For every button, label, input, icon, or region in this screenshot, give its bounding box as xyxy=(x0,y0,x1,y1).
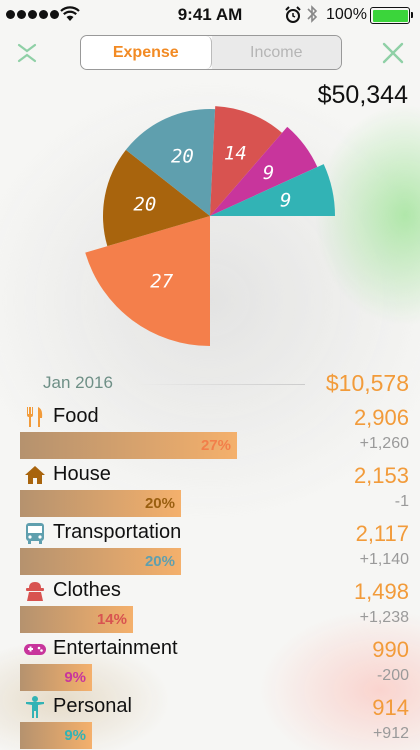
category-row-food[interactable]: Food 2,906 27% +1,260 xyxy=(0,403,420,461)
category-percent-bar: 9% xyxy=(20,664,92,691)
category-percent: 9% xyxy=(64,669,86,686)
month-total: $10,578 xyxy=(325,370,409,396)
pie-label-transportation: 20 xyxy=(171,146,194,168)
category-name: Food xyxy=(53,405,99,427)
pie-label-clothes: 14 xyxy=(224,143,247,165)
battery-icon xyxy=(370,7,413,24)
category-change: +1,260 xyxy=(359,435,409,452)
tab-income[interactable]: Income xyxy=(211,36,341,69)
category-change: -1 xyxy=(394,493,409,510)
category-name: Clothes xyxy=(53,579,121,601)
category-row-entertainment[interactable]: Entertainment 990 9% -200 xyxy=(0,635,420,693)
category-amount: 2,153 xyxy=(353,463,409,488)
clothes-icon xyxy=(26,582,44,601)
house-icon xyxy=(25,466,45,484)
category-percent-bar: 20% xyxy=(20,548,181,575)
status-bar: 9:41 AM 100% xyxy=(0,0,420,30)
category-name: Entertainment xyxy=(53,637,178,659)
category-change: +1,238 xyxy=(359,609,409,626)
fork-knife-icon xyxy=(27,407,43,427)
category-percent: 20% xyxy=(144,553,175,570)
category-amount: 990 xyxy=(372,637,409,662)
pie-label-personal: 9 xyxy=(280,190,291,212)
category-percent-bar: 9% xyxy=(20,722,92,749)
person-icon xyxy=(26,696,44,718)
category-name: Personal xyxy=(53,695,132,717)
month-label[interactable]: Jan 2016 xyxy=(43,373,113,393)
category-row-transportation[interactable]: Transportation 2,117 20% +1,140 xyxy=(0,519,420,577)
battery-percentage: 100% xyxy=(326,6,367,23)
category-name: Transportation xyxy=(53,521,182,543)
alarm-icon xyxy=(285,6,301,23)
category-amount: 1,498 xyxy=(353,579,409,604)
category-percent-bar: 14% xyxy=(20,606,133,633)
month-summary: Jan 2016 $10,578 xyxy=(0,370,420,398)
category-row-personal[interactable]: Personal 914 9% +912 xyxy=(0,693,420,750)
category-change: +912 xyxy=(372,725,409,742)
expense-income-toggle[interactable]: Expense Income xyxy=(80,35,342,70)
divider xyxy=(135,384,305,385)
category-change: -200 xyxy=(376,667,409,684)
category-row-clothes[interactable]: Clothes 1,498 14% +1,238 xyxy=(0,577,420,635)
category-percent-bar: 20% xyxy=(20,490,181,517)
category-percent: 14% xyxy=(96,611,127,628)
pie-label-entertainment: 9 xyxy=(263,162,274,184)
tab-expense[interactable]: Expense xyxy=(81,36,212,69)
gamepad-icon xyxy=(24,644,46,655)
pie-label-food: 27 xyxy=(150,271,173,293)
pie-slice-food[interactable] xyxy=(85,216,210,346)
category-name: House xyxy=(53,463,111,485)
category-row-house[interactable]: House 2,153 20% -1 xyxy=(0,461,420,519)
category-amount: 914 xyxy=(372,695,409,720)
bus-icon xyxy=(26,523,44,544)
category-percent: 9% xyxy=(64,727,86,744)
bluetooth-icon xyxy=(307,5,318,23)
pie-label-house: 20 xyxy=(133,193,156,215)
close-icon[interactable] xyxy=(380,40,406,66)
category-change: +1,140 xyxy=(359,551,409,568)
collapse-icon[interactable] xyxy=(14,40,40,66)
category-percent: 20% xyxy=(144,495,175,512)
category-percent: 27% xyxy=(200,437,231,454)
category-amount: 2,906 xyxy=(353,405,409,430)
category-percent-bar: 27% xyxy=(20,432,237,459)
expense-pie-chart[interactable]: 27 20 20 14 99 xyxy=(70,80,350,350)
category-amount: 2,117 xyxy=(355,521,409,546)
